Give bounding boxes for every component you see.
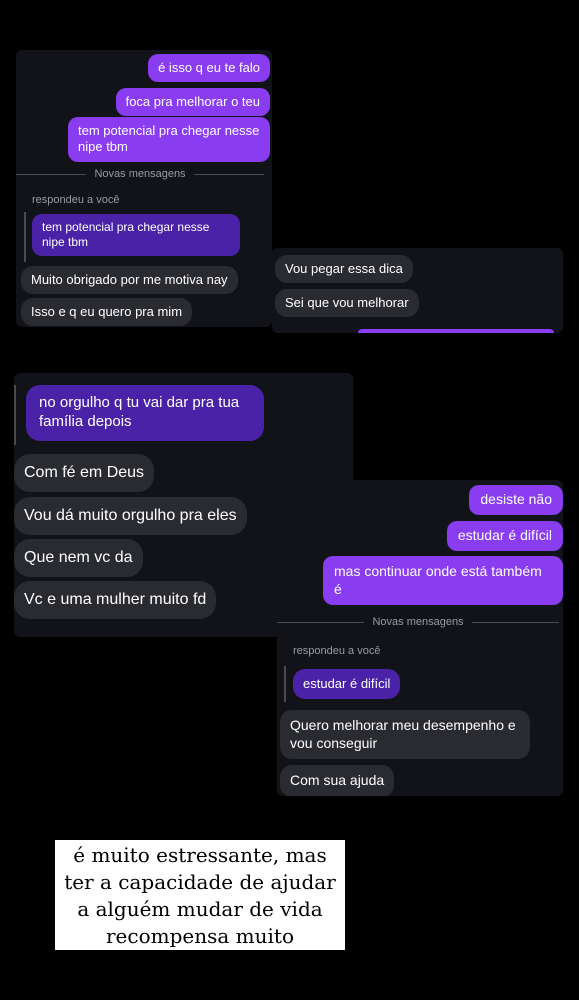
received-message[interactable]: Vou pegar essa dica [275,255,413,284]
story-caption: é muito estressante, mas ter a capacidad… [55,840,345,950]
sent-message[interactable]: estudar é difícil [446,521,563,551]
reply-label: respondeu a você [32,194,120,206]
quoted-message[interactable]: tem potencial pra chegar nesse nipe tbm [32,214,240,256]
divider-label: Novas mensagens [94,168,186,180]
reply-label: respondeu a você [293,645,381,657]
chat-panel-1: é isso q eu te falo foca pra melhorar o … [16,50,272,327]
sent-message-partial [358,329,554,333]
sent-message[interactable]: desiste não [469,485,563,515]
received-message[interactable]: Sei que vou melhorar [275,289,419,318]
new-messages-divider: Novas mensagens [16,168,265,180]
quoted-message[interactable]: no orgulho q tu vai dar pra tua família … [26,385,264,441]
reply-bar [284,666,286,702]
sent-message[interactable]: mas continuar onde está também é [323,556,563,605]
received-message[interactable]: Vou dá muito orgulho pra eles [14,497,247,535]
new-messages-divider: Novas mensagens [277,616,560,628]
received-message[interactable]: Com sua ajuda [280,765,395,796]
chat-panel-2: Vou pegar essa dica Sei que vou melhorar [272,248,563,333]
sent-message[interactable]: foca pra melhorar o teu [115,88,270,117]
received-message[interactable]: Que nem vc da [14,539,143,577]
quoted-message[interactable]: estudar é difícil [293,669,401,700]
received-message[interactable]: Isso e q eu quero pra mim [21,298,193,327]
chat-panel-4: desiste não estudar é difícil mas contin… [277,480,563,796]
sent-message[interactable]: tem potencial pra chegar nesse nipe tbm [68,117,270,162]
received-message[interactable]: Muito obrigado por me motiva nay [21,266,238,295]
divider-label: Novas mensagens [372,616,464,628]
received-message[interactable]: Quero melhorar meu desempenho e vou cons… [280,710,530,759]
received-message[interactable]: Vc e uma mulher muito fd [14,581,217,619]
reply-bar [24,212,26,262]
reply-bar [14,385,16,445]
sent-message[interactable]: é isso q eu te falo [148,54,270,83]
received-message[interactable]: Com fé em Deus [14,454,155,492]
